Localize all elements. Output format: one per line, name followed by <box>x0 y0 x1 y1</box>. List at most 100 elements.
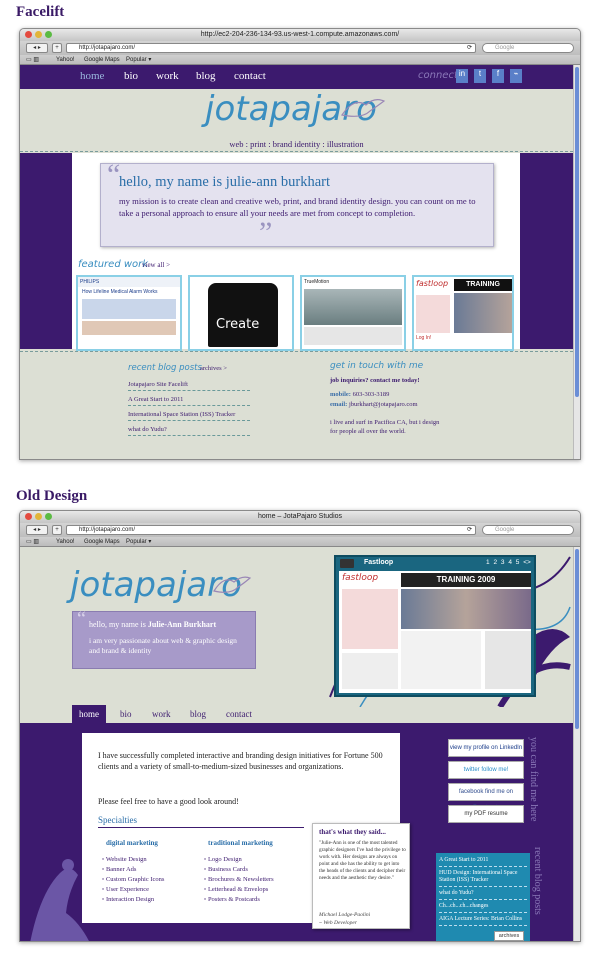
bird-logo-icon <box>341 99 386 117</box>
nav-blog[interactable]: blog <box>190 709 206 719</box>
post-link[interactable]: what do Yudu? <box>439 890 527 900</box>
recent-posts-list: A Great Start to 2011 HUD Design: Intern… <box>436 853 530 926</box>
scrollbar-thumb[interactable] <box>575 549 579 729</box>
portfolio-pager[interactable]: 1 2 3 4 5 <> <box>486 559 531 566</box>
page-link[interactable]: 2 <box>493 559 497 566</box>
window-controls[interactable] <box>25 31 52 38</box>
add-bookmark-button[interactable]: + <box>52 43 62 53</box>
maximize-icon[interactable] <box>45 513 52 520</box>
bookmark-item[interactable]: Popular ▾ <box>126 55 151 65</box>
featured-thumb-shirt[interactable]: Create <box>188 275 294 351</box>
nav-home-label: home <box>79 709 99 719</box>
reading-list-icon[interactable]: ▭ ▥ <box>26 537 39 547</box>
briefcase-icon <box>340 559 354 568</box>
rss-icon[interactable]: ⌁ <box>510 69 522 83</box>
specialties-heading: Specialties <box>98 815 304 828</box>
url-field[interactable]: http://jotapajaro.com/ ⟳ <box>66 525 476 535</box>
page-link[interactable]: 5 <box>516 559 520 566</box>
search-input[interactable]: Google <box>482 525 574 535</box>
mobile-row: mobile: 603-303-3189 <box>330 391 389 398</box>
list-item: ▫ Business Cards <box>204 866 248 873</box>
divider <box>20 351 573 352</box>
blog-post-link[interactable]: what do Yudu? <box>128 426 250 436</box>
look-around-text: Please feel free to have a good look aro… <box>98 797 239 806</box>
nav-contact[interactable]: contact <box>234 70 266 82</box>
url-text: http://jotapajaro.com/ <box>79 45 136 51</box>
list-item: ▫ Website Design <box>102 856 147 863</box>
list-item-label: Banner Ads <box>105 866 137 873</box>
linkedin-icon[interactable]: in <box>456 69 468 83</box>
testimonial-card: that's what they said... "Julie-Ann is o… <box>312 823 410 929</box>
list-item-label: Interaction Design <box>105 896 155 903</box>
list-item: ▫ Banner Ads <box>102 866 137 873</box>
view-all-link[interactable]: view all > <box>142 261 170 269</box>
hello-prefix: hello, my name is <box>89 620 146 629</box>
search-input[interactable]: Google <box>482 43 574 53</box>
nav-contact[interactable]: contact <box>226 709 252 719</box>
nav-home[interactable]: home <box>72 705 106 723</box>
open-quote-icon: “ <box>77 608 86 630</box>
bookmark-item[interactable]: Popular ▾ <box>126 537 151 547</box>
blog-archives-link[interactable]: archives > <box>200 365 227 372</box>
post-link[interactable]: HUD Design: International Space Station … <box>439 870 527 887</box>
window-controls[interactable] <box>25 513 52 520</box>
close-icon[interactable] <box>25 513 32 520</box>
reload-icon[interactable]: ⟳ <box>467 526 472 535</box>
reload-icon[interactable]: ⟳ <box>467 44 472 53</box>
page-link[interactable]: <> <box>523 559 531 566</box>
blog-post-link[interactable]: A Great Start to 2011 <box>128 396 250 406</box>
nav-work[interactable]: work <box>152 709 171 719</box>
twitter-button[interactable]: twitter follow me! <box>448 761 524 779</box>
nav-work[interactable]: work <box>156 70 179 82</box>
post-link[interactable]: Ch...ch...ch...changes <box>439 903 527 913</box>
list-item-label: Brochures & Newsletters <box>207 876 274 883</box>
testimonial-role: ~ Web Developer <box>319 920 357 926</box>
twitter-icon[interactable]: t <box>474 69 486 83</box>
bookmark-item[interactable]: Google Maps <box>84 537 120 547</box>
pdf-resume-button[interactable]: my PDF resume <box>448 805 524 823</box>
url-field[interactable]: http://jotapajaro.com/ ⟳ <box>66 43 476 53</box>
featured-thumb-philips[interactable]: PHILIPS How Lifeline Medical Alarm Works <box>76 275 182 351</box>
bookmark-item[interactable]: Google Maps <box>84 55 120 65</box>
bookmark-item[interactable]: Yahoo! <box>56 537 75 547</box>
back-forward-button[interactable]: ◂ ▸ <box>26 43 48 53</box>
browser-window-old-design: home – JotaPajaro Studios ◂ ▸ + http://j… <box>19 510 581 942</box>
minimize-icon[interactable] <box>35 31 42 38</box>
job-inquiries-text: job inquiries? contact me today! <box>330 377 420 384</box>
training-banner: TRAINING 2009 <box>401 573 531 587</box>
portfolio-header: Fastloop 1 2 3 4 5 <> <box>336 557 534 571</box>
window-title-bar: http://ec2-204-236-134-93.us-west-1.comp… <box>20 29 580 41</box>
hello-line: hello, my name is Julie-Ann Burkhart <box>89 620 216 629</box>
portfolio-widget[interactable]: Fastloop 1 2 3 4 5 <> fastloop TRAINING … <box>334 555 536 697</box>
facebook-icon[interactable]: f <box>492 69 504 83</box>
post-link[interactable]: A Great Start to 2011 <box>439 857 527 867</box>
scrollbar[interactable] <box>573 65 580 459</box>
nav-home[interactable]: home <box>80 70 104 82</box>
featured-thumb-truemotion[interactable]: TrueMotion <box>300 275 406 351</box>
post-link[interactable]: AIGA Lecture Series: Brian Collins <box>439 916 527 926</box>
minimize-icon[interactable] <box>35 513 42 520</box>
email-link[interactable]: jburkhart@jotapajaro.com <box>349 401 418 408</box>
blog-post-link[interactable]: International Space Station (ISS) Tracke… <box>128 411 250 421</box>
maximize-icon[interactable] <box>45 31 52 38</box>
facebook-button[interactable]: facebook find me on Facebook <box>448 783 524 811</box>
reading-list-icon[interactable]: ▭ ▥ <box>26 55 39 65</box>
browser-toolbar: ◂ ▸ + http://jotapajaro.com/ ⟳ Google <box>20 41 580 55</box>
page-link[interactable]: 3 <box>501 559 505 566</box>
nav-bio[interactable]: bio <box>124 70 138 82</box>
add-bookmark-button[interactable]: + <box>52 525 62 535</box>
testimonial-heading: that's what they said... <box>319 828 386 836</box>
close-icon[interactable] <box>25 31 32 38</box>
linkedin-button[interactable]: view my profile on LinkedIn <box>448 739 524 757</box>
bookmark-item[interactable]: Yahoo! <box>56 55 75 65</box>
scrollbar[interactable] <box>573 547 580 941</box>
nav-blog[interactable]: blog <box>196 70 216 82</box>
nav-bio[interactable]: bio <box>120 709 132 719</box>
scrollbar-thumb[interactable] <box>575 67 579 397</box>
page-link[interactable]: 1 <box>486 559 490 566</box>
blog-post-link[interactable]: Jotapajaro Site Facelift <box>128 381 250 391</box>
archives-button[interactable]: archives <box>494 931 524 941</box>
page-link[interactable]: 4 <box>508 559 512 566</box>
back-forward-button[interactable]: ◂ ▸ <box>26 525 48 535</box>
featured-thumb-fastloop[interactable]: fastloop TRAINING Log In! <box>412 275 514 351</box>
